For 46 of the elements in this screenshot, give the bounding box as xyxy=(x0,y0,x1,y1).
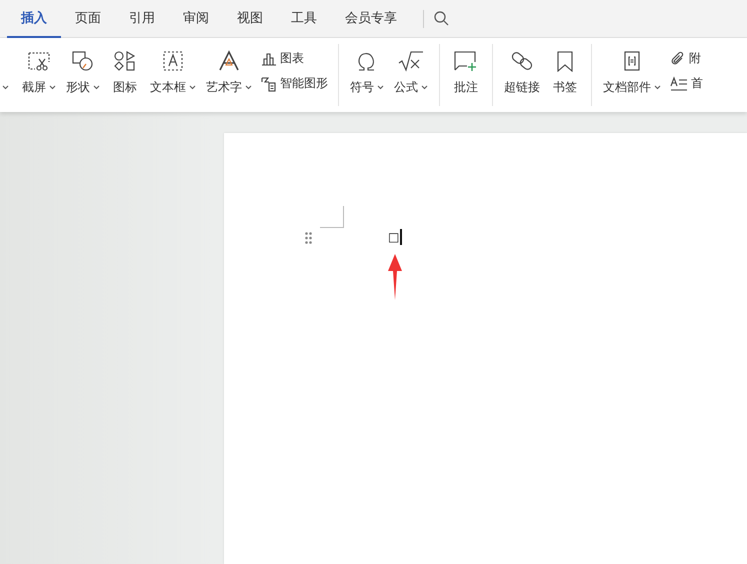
ribbon-tab[interactable]: 工具 xyxy=(277,0,331,38)
text-cursor xyxy=(400,229,402,245)
link-icon xyxy=(510,50,534,72)
ribbon-button[interactable]: 艺术字 xyxy=(201,44,257,106)
ribbon-tab[interactable]: 页面 xyxy=(61,0,115,38)
document-text: □ xyxy=(388,230,400,244)
ribbon-button[interactable]: 附 xyxy=(670,50,703,67)
ribbon-button[interactable]: 图表 xyxy=(261,50,328,67)
ribbon-button[interactable]: 智能图形 xyxy=(261,75,328,92)
icons-grid-icon xyxy=(113,50,137,72)
drag-handle-icon[interactable] xyxy=(305,232,312,244)
search-icon[interactable] xyxy=(434,11,449,26)
caret-icon xyxy=(93,85,100,90)
ribbon-button[interactable]: 形状 xyxy=(61,44,105,106)
ribbon-button[interactable]: 图标 xyxy=(105,44,145,106)
ribbon-tab[interactable]: 审阅 xyxy=(169,0,223,38)
ribbon-button[interactable]: 首 xyxy=(670,75,703,92)
ribbon-tab[interactable]: 视图 xyxy=(223,0,277,38)
word-art-icon xyxy=(217,50,241,72)
comment-add-icon xyxy=(453,50,479,72)
drop-cap-icon xyxy=(670,76,688,92)
ribbon-button[interactable]: 截屏 xyxy=(17,44,61,106)
caret-icon xyxy=(2,85,9,90)
ribbon-button[interactable]: 文档部件 xyxy=(598,44,666,106)
caret-icon xyxy=(189,85,196,90)
text-box-icon xyxy=(161,50,185,72)
caret-icon xyxy=(245,85,252,90)
ribbon-tab[interactable]: 会员专享 xyxy=(331,0,411,38)
smart-graphic-icon xyxy=(261,76,277,92)
ribbon-button[interactable]: 超链接 xyxy=(499,44,545,106)
ribbon-button[interactable]: 批注 xyxy=(446,44,486,106)
caret-icon xyxy=(49,85,56,90)
ribbon-button[interactable]: 公式 xyxy=(389,44,433,106)
square-root-icon xyxy=(398,50,424,72)
ribbon-button[interactable]: 文本框 xyxy=(145,44,201,106)
bar-chart-icon xyxy=(261,52,277,66)
paperclip-icon xyxy=(670,50,686,66)
caret-icon xyxy=(421,85,428,90)
ribbon-button[interactable]: 书签 xyxy=(545,44,585,106)
margin-corner-mark xyxy=(320,206,344,228)
shapes-icon xyxy=(71,50,95,72)
ribbon-tab[interactable]: 引用 xyxy=(115,0,169,38)
ribbon-button[interactable]: 符号 xyxy=(345,44,389,106)
screenshot-icon xyxy=(27,50,51,72)
caret-icon xyxy=(377,85,384,90)
caret-icon xyxy=(654,85,661,90)
